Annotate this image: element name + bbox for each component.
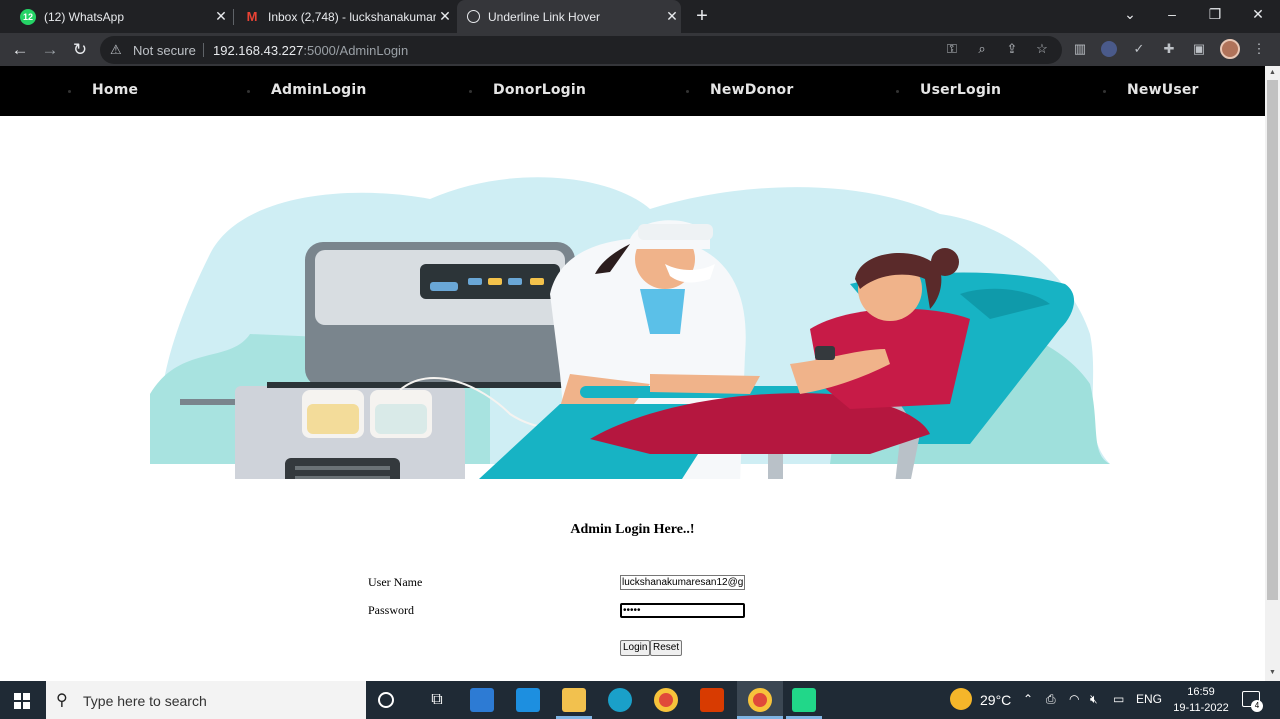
nav-donor-login[interactable]: DonorLogin: [493, 82, 586, 98]
nav-user-login[interactable]: UserLogin: [920, 82, 1001, 98]
close-window-button[interactable]: ✕: [1236, 0, 1280, 30]
close-icon[interactable]: ✕: [663, 8, 681, 25]
nav-bullet: [1103, 90, 1106, 93]
nav-bullet: [686, 90, 689, 93]
taskbar-search-box[interactable]: ⚲ Type here to search: [46, 681, 366, 719]
search-icon: ⚲: [56, 692, 68, 709]
nav-home[interactable]: Home: [92, 82, 138, 98]
speaker-muted-icon[interactable]: 🔇︎: [1090, 692, 1098, 707]
notification-count: 4: [1251, 700, 1263, 712]
cortana-icon[interactable]: [378, 692, 394, 708]
tab-title: (12) WhatsApp: [44, 9, 125, 24]
gmail-icon: M: [246, 9, 258, 24]
mail-icon[interactable]: [516, 688, 540, 712]
side-panel-icon[interactable]: ▣: [1190, 40, 1208, 58]
key-icon[interactable]: ⚿: [943, 41, 961, 57]
restore-button[interactable]: ❐: [1193, 0, 1237, 30]
nav-bullet: [247, 90, 250, 93]
menu-kebab-icon[interactable]: ⋮: [1250, 40, 1268, 58]
weather-temp[interactable]: 29°C: [980, 692, 1011, 708]
clock-time: 16:59: [1187, 686, 1215, 698]
language-indicator[interactable]: ENG: [1136, 692, 1162, 706]
chevron-up-icon[interactable]: ⌃: [1023, 692, 1033, 706]
username-input[interactable]: luckshanakumaresan12@g: [620, 575, 745, 590]
tab-separator: [233, 9, 234, 25]
warning-icon[interactable]: ⚠: [110, 42, 122, 58]
page-viewport: Home AdminLogin DonorLogin NewDonor User…: [0, 66, 1265, 681]
clock-date: 19-11-2022: [1173, 702, 1229, 714]
wifi-icon[interactable]: ◠: [1069, 692, 1079, 706]
password-input[interactable]: •••••: [620, 603, 745, 618]
chrome-profile-icon[interactable]: [748, 688, 772, 712]
task-view-icon[interactable]: ⧉: [425, 688, 449, 712]
browser-tab-strip: 12 (12) WhatsApp ✕ M Inbox (2,748) - luc…: [0, 0, 1280, 33]
minimize-button[interactable]: –: [1150, 0, 1194, 30]
blood-donation-illustration: [150, 177, 1111, 479]
security-label[interactable]: Not secure: [133, 43, 196, 58]
password-label: Password: [368, 603, 415, 617]
extension-cursor-icon[interactable]: [1101, 41, 1117, 57]
windows-taskbar: ⚲ Type here to search ⧉ 29°C ⌃ ⎙ ◠ 🔇︎ ▭ …: [0, 681, 1280, 719]
edge-icon[interactable]: [608, 688, 632, 712]
nav-bullet: [469, 90, 472, 93]
address-bar[interactable]: ⚠ Not secure 192.168.43.227:5000/AdminLo…: [100, 36, 1062, 64]
pycharm-icon[interactable]: [792, 688, 816, 712]
puzzle-icon[interactable]: ✚: [1160, 40, 1178, 58]
tab-title: Inbox (2,748) - luckshanakumaresan12@gma…: [268, 9, 436, 24]
username-label: User Name: [368, 575, 423, 589]
weather-icon[interactable]: [950, 688, 972, 710]
nav-bullet: [68, 90, 71, 93]
tab-gmail[interactable]: M Inbox (2,748) - luckshanakumaresan12@g…: [236, 0, 454, 33]
page-scrollbar[interactable]: ▲ ▼: [1265, 66, 1280, 681]
whatsapp-icon: 12: [20, 8, 36, 25]
login-button[interactable]: Login: [620, 640, 651, 656]
nav-admin-login[interactable]: AdminLogin: [271, 82, 367, 98]
star-icon[interactable]: ☆: [1033, 41, 1051, 57]
url-text[interactable]: 192.168.43.227:5000/AdminLogin: [213, 43, 408, 58]
tab-underline-link-hover[interactable]: Underline Link Hover ✕: [457, 0, 681, 33]
tab-title: Underline Link Hover: [488, 9, 601, 24]
new-tab-button[interactable]: +: [690, 4, 714, 28]
windows-start-icon[interactable]: [14, 693, 30, 709]
login-heading: Admin Login Here..!: [570, 522, 695, 537]
file-explorer-icon[interactable]: [562, 688, 586, 712]
meet-now-icon[interactable]: ⎙: [1046, 692, 1056, 707]
reset-button[interactable]: Reset: [650, 640, 683, 656]
store-icon[interactable]: [470, 688, 494, 712]
globe-icon: [467, 10, 480, 23]
taskbar-clock[interactable]: 16:59 19-11-2022: [1168, 684, 1234, 716]
scroll-up-arrow-icon[interactable]: ▲: [1268, 69, 1277, 76]
browser-toolbar: ← → ↻ ⚠ Not secure 192.168.43.227:5000/A…: [0, 33, 1280, 66]
close-icon[interactable]: ✕: [212, 8, 230, 25]
divider: [203, 43, 204, 57]
scrollbar-thumb[interactable]: [1267, 80, 1278, 600]
profile-avatar[interactable]: [1220, 39, 1240, 59]
battery-icon[interactable]: ▭: [1113, 692, 1124, 706]
forward-button[interactable]: →: [38, 38, 62, 62]
search-placeholder: Type here to search: [83, 693, 207, 709]
nav-bullet: [896, 90, 899, 93]
close-icon[interactable]: ✕: [436, 8, 454, 25]
chrome-icon[interactable]: [654, 688, 678, 712]
scroll-down-arrow-icon[interactable]: ▼: [1268, 669, 1277, 676]
back-button[interactable]: ←: [8, 38, 32, 62]
nav-new-user[interactable]: NewUser: [1127, 82, 1199, 98]
extension-chart-icon[interactable]: ▥: [1071, 40, 1089, 58]
tab-search-chevron-icon[interactable]: ⌄: [1108, 0, 1152, 30]
reload-button[interactable]: ↻: [68, 38, 92, 62]
zoom-icon[interactable]: ⌕: [973, 41, 991, 57]
site-navbar: Home AdminLogin DonorLogin NewDonor User…: [0, 66, 1265, 116]
office-icon[interactable]: [700, 688, 724, 712]
nav-new-donor[interactable]: NewDonor: [710, 82, 793, 98]
tab-whatsapp[interactable]: 12 (12) WhatsApp ✕: [8, 0, 230, 33]
share-icon[interactable]: ⇪: [1003, 41, 1021, 57]
extension-check-icon[interactable]: ✓: [1130, 40, 1148, 58]
